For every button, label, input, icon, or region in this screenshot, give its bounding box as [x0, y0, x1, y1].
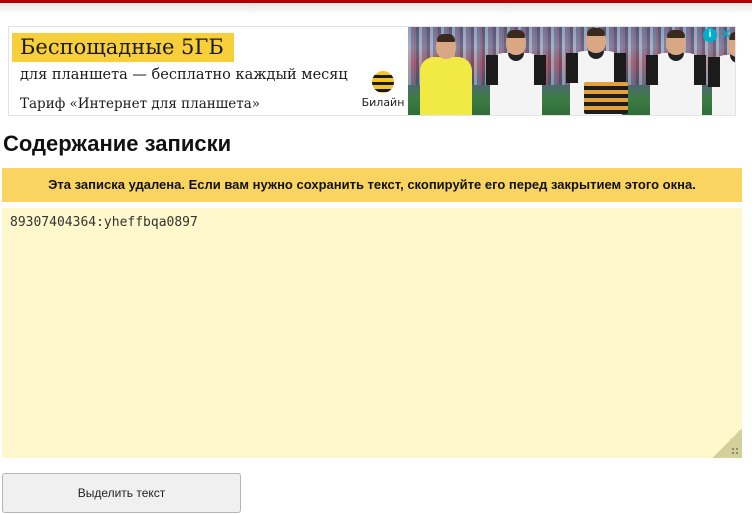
ad-player [486, 30, 546, 115]
ad-player [566, 28, 628, 115]
ad-tariff: Тариф «Интернет для планшета» [20, 96, 261, 112]
ad-ribbon [584, 82, 628, 114]
ad-brand: Билайн [361, 96, 405, 109]
select-text-button[interactable]: Выделить текст [2, 473, 241, 513]
ad-player-keeper [416, 34, 476, 115]
ad-subline: для планшета — бесплатно каждый месяц [20, 67, 348, 83]
top-bar-shadow [0, 3, 752, 15]
ad-headline: Беспощадные 5ГБ [12, 33, 234, 62]
beeline-logo: Билайн [359, 71, 407, 113]
deleted-warning-banner: Эта записка удалена. Если вам нужно сохр… [2, 168, 742, 202]
page-title: Содержание записки [3, 131, 232, 156]
ad-player [708, 32, 735, 115]
ad-banner[interactable]: Беспощадные 5ГБ для планшета — бесплатно… [8, 26, 736, 116]
note-content-text[interactable]: 89307404364:yheffbqa0897 [10, 215, 198, 230]
ad-photo [408, 27, 735, 115]
close-icon[interactable]: ✕ [719, 27, 733, 42]
resize-handle-icon[interactable] [731, 447, 739, 455]
beeline-logo-icon [372, 71, 394, 93]
info-icon[interactable]: i [703, 28, 717, 42]
ad-player [646, 30, 706, 115]
note-content-area[interactable]: 89307404364:yheffbqa0897 [2, 208, 742, 458]
